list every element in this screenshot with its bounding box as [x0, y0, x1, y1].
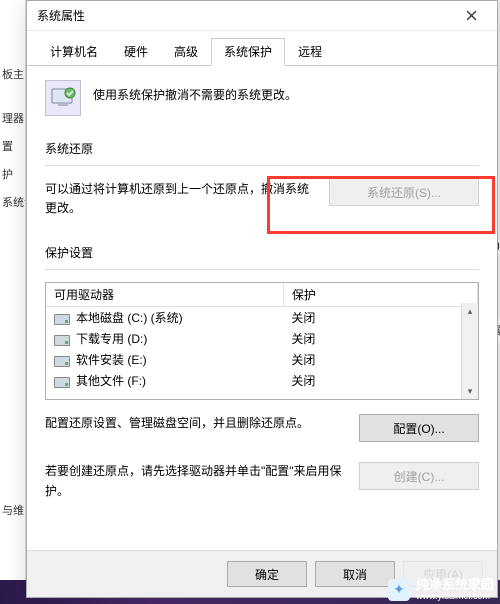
- drive-icon: [54, 335, 70, 346]
- create-description: 若要创建还原点，请先选择驱动器并单击"配置"来启用保护。: [45, 462, 347, 500]
- drive-status: 关闭: [283, 328, 477, 349]
- drive-name: 其他文件 (F:): [76, 374, 146, 388]
- bg-item: 系统设: [0, 188, 25, 216]
- watermark-logo-icon: ✦: [388, 579, 410, 601]
- drive-icon: [54, 356, 70, 367]
- intro-row: 使用系统保护撤消不需要的系统更改。: [45, 80, 479, 116]
- bg-item: 护: [0, 160, 25, 188]
- restore-description: 可以通过将计算机还原到上一个还原点，撤消系统更改。: [45, 178, 317, 218]
- drive-list[interactable]: 可用驱动器 保护 本地磁盘 (C:) (系统) 关闭 下载专用 (D:) 关闭 …: [45, 282, 479, 400]
- close-icon: [466, 10, 477, 21]
- system-restore-button[interactable]: 系统还原(S)...: [329, 178, 479, 206]
- system-properties-dialog: 系统属性 计算机名 硬件 高级 系统保护 远程 使用系统保护撤消不需要的系统更改…: [26, 0, 498, 598]
- ok-button[interactable]: 确定: [227, 561, 307, 587]
- scrollbar[interactable]: ▴ ▾: [461, 303, 478, 399]
- bg-item: 与维: [0, 496, 25, 524]
- watermark: ✦ 纯净系统家园 www.yidaimei.com: [388, 578, 494, 602]
- tab-remote[interactable]: 远程: [285, 38, 335, 66]
- system-protection-icon: [45, 80, 81, 116]
- tab-hardware[interactable]: 硬件: [111, 38, 161, 66]
- drive-name: 本地磁盘 (C:) (系统): [76, 311, 183, 325]
- drive-name: 软件安装 (E:): [76, 353, 147, 367]
- col-status[interactable]: 保护: [283, 283, 477, 307]
- drive-status: 关闭: [283, 370, 477, 391]
- create-button[interactable]: 创建(C)...: [359, 462, 479, 490]
- bg-item: 板主: [0, 60, 25, 88]
- dialog-title: 系统属性: [37, 7, 451, 24]
- drive-icon: [54, 314, 70, 325]
- drive-row[interactable]: 软件安装 (E:) 关闭: [46, 349, 478, 370]
- protection-heading: 保护设置: [45, 244, 479, 261]
- tab-computer-name[interactable]: 计算机名: [37, 38, 111, 66]
- drive-name: 下载专用 (D:): [76, 332, 147, 346]
- bg-item: 置: [0, 132, 25, 160]
- scroll-down-icon[interactable]: ▾: [462, 383, 478, 399]
- scroll-up-icon[interactable]: ▴: [462, 303, 478, 319]
- tab-advanced[interactable]: 高级: [161, 38, 211, 66]
- watermark-url: www.yidaimei.com: [416, 592, 494, 602]
- configure-description: 配置还原设置、管理磁盘空间，并且删除还原点。: [45, 414, 347, 433]
- drive-row[interactable]: 本地磁盘 (C:) (系统) 关闭: [46, 307, 478, 329]
- restore-heading: 系统还原: [45, 140, 479, 157]
- bg-item: 理器: [0, 104, 25, 132]
- configure-button[interactable]: 配置(O)...: [359, 414, 479, 442]
- close-button[interactable]: [451, 4, 491, 28]
- tab-content: 使用系统保护撤消不需要的系统更改。 系统还原 可以通过将计算机还原到上一个还原点…: [27, 66, 497, 550]
- titlebar: 系统属性: [27, 1, 497, 31]
- cancel-button[interactable]: 取消: [315, 561, 395, 587]
- tab-bar: 计算机名 硬件 高级 系统保护 远程: [27, 31, 497, 66]
- drive-status: 关闭: [283, 349, 477, 370]
- drive-row[interactable]: 其他文件 (F:) 关闭: [46, 370, 478, 391]
- drive-icon: [54, 377, 70, 388]
- intro-text: 使用系统保护撤消不需要的系统更改。: [93, 80, 297, 103]
- drive-row[interactable]: 下载专用 (D:) 关闭: [46, 328, 478, 349]
- tab-system-protection[interactable]: 系统保护: [211, 38, 285, 66]
- drive-status: 关闭: [283, 307, 477, 329]
- watermark-brand: 纯净系统家园: [416, 578, 494, 592]
- col-drive[interactable]: 可用驱动器: [46, 283, 283, 307]
- background-panel: 板主 理器 置 护 系统设 与维: [0, 0, 26, 604]
